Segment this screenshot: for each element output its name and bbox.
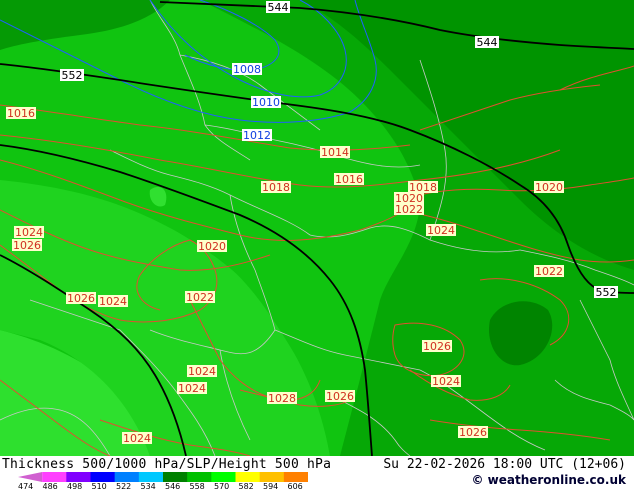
- valid-datetime: Su 22-02-2026 18:00 UTC (12+06): [383, 457, 626, 472]
- slp-label: 1016: [7, 107, 35, 120]
- slp-label: 1024: [99, 295, 127, 308]
- slp-label: 1022: [535, 265, 563, 278]
- geo-label: 544: [268, 1, 289, 14]
- legend-swatch: [283, 472, 308, 482]
- slp-label: 1018: [262, 181, 290, 194]
- slp-label: 1012: [243, 129, 271, 142]
- slp-label: 1026: [423, 340, 451, 353]
- geo-label: 552: [596, 286, 617, 299]
- slp-label: 1026: [459, 426, 487, 439]
- legend-swatch: [211, 472, 236, 482]
- legend-swatch: [259, 472, 285, 482]
- slp-label: 1026: [67, 292, 95, 305]
- legend-swatch: [66, 472, 91, 482]
- geo-label: 544: [477, 36, 498, 49]
- legend-swatch: [90, 472, 116, 482]
- footer-bar: Thickness 500/1000 hPa/SLP/Height 500 hP…: [0, 456, 634, 491]
- slp-label: 1022: [186, 291, 214, 304]
- slp-label: 1028: [268, 392, 296, 405]
- slp-label: 1020: [535, 181, 563, 194]
- legend-swatch: [235, 472, 261, 482]
- slp-label: 1020: [198, 240, 226, 253]
- legend-swatch: [42, 472, 67, 482]
- slp-label: 1014: [321, 146, 349, 159]
- legend-swatch: [114, 472, 140, 482]
- slp-label: 1016: [335, 173, 363, 186]
- slp-label: 1024: [432, 375, 460, 388]
- legend-swatch: [18, 472, 43, 482]
- slp-label: 1008: [233, 63, 261, 76]
- slp-label: 1024: [123, 432, 151, 445]
- slp-label: 1026: [13, 239, 41, 252]
- slp-label: 1010: [252, 96, 280, 109]
- copyright-text: © weatheronline.co.uk: [471, 473, 626, 487]
- weather-map: 544 544 552 552 1008 1010 1012 1016 1014…: [0, 0, 634, 457]
- slp-label: 1024: [178, 382, 206, 395]
- legend-swatch: [187, 472, 212, 482]
- slp-label: 1024: [188, 365, 216, 378]
- slp-label: 1024: [15, 226, 43, 239]
- thickness-legend: [18, 472, 308, 482]
- legend-swatch: [138, 472, 164, 482]
- legend-swatch: [163, 472, 188, 482]
- slp-label: 1024: [427, 224, 455, 237]
- slp-label: 1022: [395, 203, 423, 216]
- map-title: Thickness 500/1000 hPa/SLP/Height 500 hP…: [2, 457, 332, 472]
- geo-label: 552: [62, 69, 83, 82]
- slp-label: 1026: [326, 390, 354, 403]
